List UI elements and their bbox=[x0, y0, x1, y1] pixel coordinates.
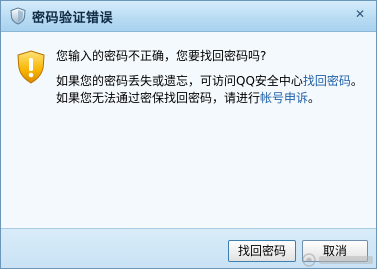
watermark-logo bbox=[302, 253, 373, 267]
find-password-button[interactable]: 找回密码 bbox=[228, 240, 296, 262]
dialog-window: 密码验证错误 ✕ 您输入的密码不正确，您要找回密码吗? 如果您的密码丢失或遗忘，… bbox=[0, 0, 377, 269]
title-bar[interactable]: 密码验证错误 ✕ bbox=[1, 1, 376, 32]
appeal-hint-end: 。 bbox=[308, 91, 321, 105]
close-icon: ✕ bbox=[354, 7, 366, 21]
appeal-hint-text: 如果您无法通过密保找回密码，请进行 bbox=[56, 91, 261, 105]
recovery-hint-end: 。 bbox=[350, 74, 363, 88]
recovery-hint-line: 如果您的密码丢失或遗忘，可访问QQ安全中心找回密码。 bbox=[56, 72, 363, 89]
close-button[interactable]: ✕ bbox=[350, 5, 370, 23]
shield-icon bbox=[10, 7, 26, 25]
find-password-link[interactable]: 找回密码 bbox=[303, 74, 351, 88]
dialog-content: 您输入的密码不正确，您要找回密码吗? 如果您的密码丢失或遗忘，可访问QQ安全中心… bbox=[1, 32, 376, 228]
dialog-title: 密码验证错误 bbox=[32, 11, 114, 26]
account-appeal-link[interactable]: 帐号申诉 bbox=[260, 91, 308, 105]
recovery-hint-text: 如果您的密码丢失或遗忘，可访问QQ安全中心 bbox=[56, 74, 303, 88]
warning-shield-icon bbox=[17, 50, 45, 84]
error-message: 您输入的密码不正确，您要找回密码吗? bbox=[56, 49, 267, 63]
appeal-hint-line: 如果您无法通过密保找回密码，请进行帐号申诉。 bbox=[56, 89, 320, 106]
